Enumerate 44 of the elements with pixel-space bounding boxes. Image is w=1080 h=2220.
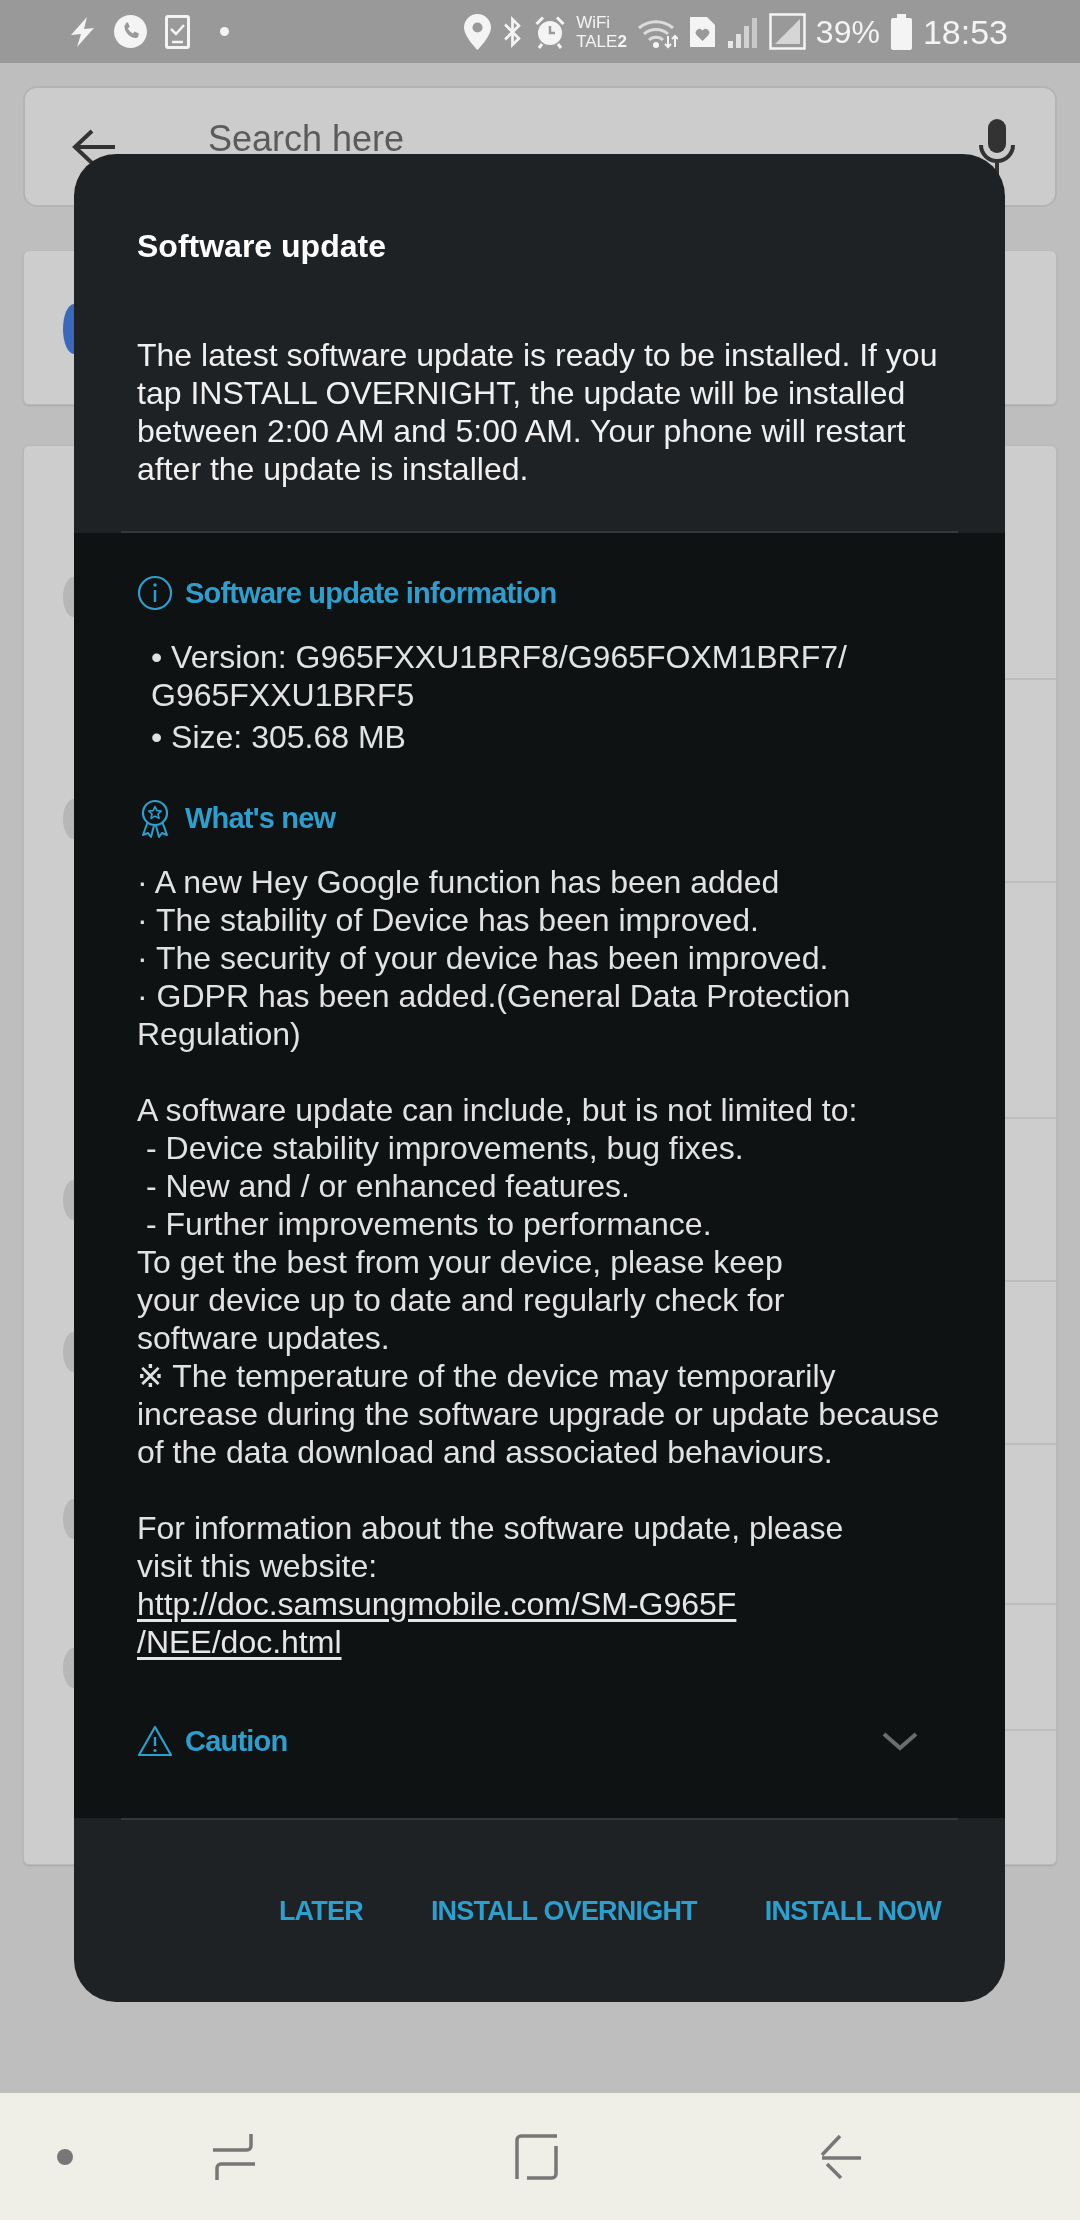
list-item: • Version: G965FXXU1BRF8/G965FOXM1BRF7/G965FXXU1BRF5: [150, 638, 848, 714]
battery-icon: [889, 13, 913, 50]
search-field[interactable]: Search here: [208, 124, 978, 154]
signal-bars-icon: [726, 15, 759, 48]
microphone-icon[interactable]: [978, 118, 1016, 175]
warning-icon: [137, 1725, 173, 1757]
website-link[interactable]: http://doc.samsungmobile.com/SM-G965F /NEE/doc.html: [137, 1585, 737, 1661]
lightning-icon: [69, 16, 96, 47]
list-item: · The security of your device has been improved.: [137, 939, 830, 977]
list-item: - Device stability improvements, bug fixes.: [145, 1129, 745, 1167]
section-heading: Software update information: [185, 576, 557, 611]
battery-percent: 39%: [815, 15, 880, 48]
back-arrow-icon[interactable]: [72, 128, 115, 165]
dialog-message: The latest software update is ready to be installed. If you tap INSTALL OVERNIGHT, the update will be installed between 2:00 AM and 5:00 AM. Your phone will restart after the update is installed.: [137, 336, 939, 488]
list-item: · A new Hey Google function has been added: [137, 863, 781, 901]
list-item: - New and / or enhanced features.: [145, 1167, 631, 1205]
section-heading: What's new: [185, 801, 336, 836]
recents-icon[interactable]: [213, 2132, 255, 2181]
info-icon: [137, 575, 173, 611]
network-label: TALE2: [576, 31, 627, 51]
dialog-button[interactable]: INSTALL OVERNIGHT: [416, 1876, 711, 1946]
list-item: • Size: 305.68 MB: [150, 718, 407, 756]
dialog-button[interactable]: INSTALL NOW: [750, 1876, 955, 1946]
note-text: ※ The temperature of the device may temporarily increase during the software upgrade or update because of the data download and associated behaviours.: [137, 1357, 941, 1471]
signal-box-icon: [768, 13, 806, 50]
caution-toggle[interactable]: Caution: [137, 1721, 967, 1761]
list-item: · The stability of Device has been improved.: [137, 901, 760, 939]
dot-icon: [220, 27, 229, 36]
website-text: For information about the software update, please visit this website:: [137, 1509, 845, 1585]
wifi-label: WiFi: [576, 12, 611, 32]
phone-icon: [114, 15, 147, 48]
advice-text: To get the best from your device, please keep your device up to date and regularly check for software updates.: [137, 1243, 786, 1357]
clipboard-check-icon: [165, 14, 190, 49]
location-pin-icon: [464, 13, 492, 50]
details-intro: A software update can include, but is not limited to:: [137, 1091, 859, 1129]
dot-icon[interactable]: [57, 2148, 73, 2165]
list-item: - Further improvements to performance.: [145, 1205, 713, 1243]
list-item: · GDPR has been added.(General Data Protection Regulation): [137, 977, 852, 1053]
dialog-title: Software update: [137, 227, 387, 266]
alarm-clock-icon: [534, 14, 567, 49]
clock-time: 18:53: [922, 14, 1008, 49]
back-icon[interactable]: [819, 2133, 861, 2180]
dialog-button[interactable]: LATER: [264, 1876, 377, 1946]
sim-heart-icon: [687, 14, 717, 49]
